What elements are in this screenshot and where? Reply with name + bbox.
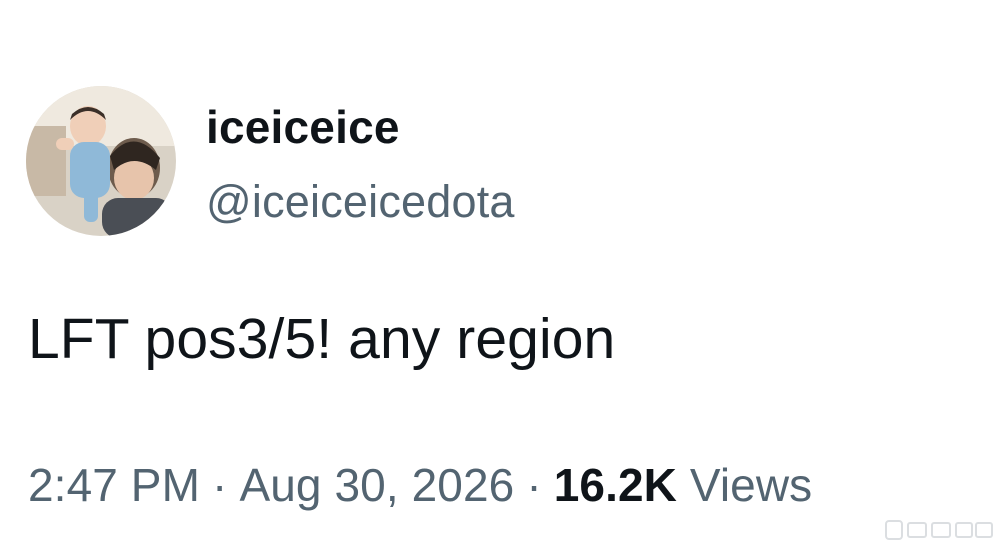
avatar[interactable] [26,86,176,236]
display-name[interactable]: iceiceice [206,98,400,156]
views-label: Views [689,459,813,511]
views-count: 16.2K [553,459,677,511]
tweet-text: LFT pos3/5! any region [28,307,616,371]
tweet-meta: 2:47 PM · Aug 30, 2026 · 16.2K Views [28,456,812,514]
avatar-image [26,86,176,236]
tweet-card: iceiceice @iceiceicedota LFT pos3/5! any… [0,0,1008,553]
timestamp-time[interactable]: 2:47 PM [28,459,200,511]
meta-separator: · [212,459,228,511]
user-handle[interactable]: @iceiceicedota [206,174,515,230]
meta-separator: · [526,459,542,511]
weibo-watermark-icon [884,517,994,543]
timestamp-date[interactable]: Aug 30, 2026 [239,459,514,511]
